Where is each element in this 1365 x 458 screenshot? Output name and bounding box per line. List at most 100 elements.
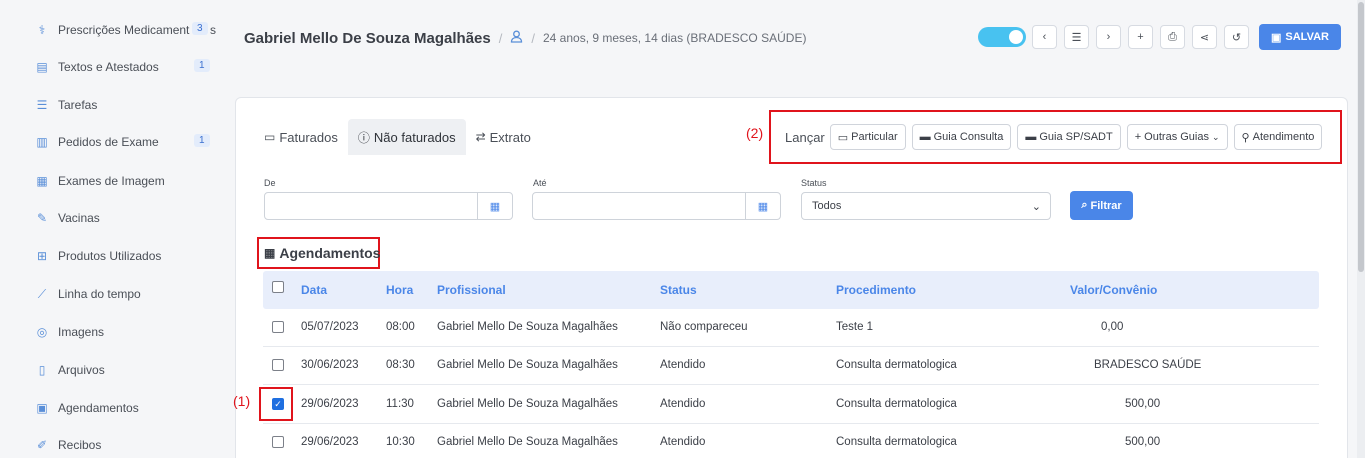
status-select[interactable]: Todos ⌄ xyxy=(801,192,1051,220)
tab-nao-faturados[interactable]: ⓘ Não faturados xyxy=(347,119,466,155)
column-header-hora[interactable]: Hora xyxy=(386,283,413,297)
table-row[interactable]: 30/06/2023 08:30 Gabriel Mello De Souza … xyxy=(263,347,1319,385)
section-title: ▦ Agendamentos xyxy=(264,245,380,261)
sidebar-item-arquivos[interactable]: ▯ Arquivos xyxy=(34,360,216,380)
add-button[interactable]: + xyxy=(1128,25,1153,49)
sidebar-item-recibos[interactable]: ✐ Recibos xyxy=(34,435,216,455)
previous-button[interactable]: ‹ xyxy=(1032,25,1057,49)
sidebar-item-linha-tempo[interactable]: ⟋ Linha do tempo xyxy=(34,284,216,304)
sidebar-item-label: Exames de Imagem xyxy=(58,174,165,188)
sidebar-item-label-suffix: s xyxy=(210,23,216,37)
sidebar-item-pedidos-exame[interactable]: ▥ Pedidos de Exame 1 xyxy=(34,132,216,152)
breadcrumb-separator: / xyxy=(498,30,503,46)
launch-outras-guias-dropdown[interactable]: + Outras Guias ⌄ xyxy=(1126,124,1228,150)
sidebar-item-label: Imagens xyxy=(58,325,105,339)
list-icon: ☰ xyxy=(36,98,48,112)
cell-hora: 08:30 xyxy=(386,359,415,371)
sidebar-item-tarefas[interactable]: ☰ Tarefas xyxy=(34,95,216,115)
toggle-knob xyxy=(1009,30,1023,44)
calendar-icon: ▦ xyxy=(264,246,276,260)
calendar-icon: ▦ xyxy=(757,200,769,213)
patient-header: Gabriel Mello De Souza Magalhães / / 24 … xyxy=(244,27,806,49)
sidebar-item-label: Linha do tempo xyxy=(58,287,141,301)
cell-status: Não compareceu xyxy=(660,321,748,333)
billing-tabs: ▭ Faturados ⓘ Não faturados ⇄ Extrato xyxy=(254,119,541,155)
tab-label: Faturados xyxy=(279,129,338,145)
sidebar-item-prescricoes[interactable]: ⚕ Prescrições Medicament 3 s xyxy=(34,20,216,40)
count-badge: 1 xyxy=(194,134,210,147)
row-checkbox[interactable] xyxy=(272,436,284,448)
launch-atendimento-button[interactable]: ⚲ Atendimento xyxy=(1233,124,1323,150)
cell-valor: 0,00 xyxy=(1101,321,1124,333)
cell-hora: 11:30 xyxy=(386,398,414,410)
annotation-label-2: (2) xyxy=(746,125,764,141)
share-button[interactable]: ⋖ xyxy=(1192,25,1217,49)
user-icon[interactable] xyxy=(510,30,523,46)
column-header-data[interactable]: Data xyxy=(301,283,327,297)
alert-circle-icon: ⓘ xyxy=(357,130,370,145)
status-label: Status xyxy=(801,178,827,188)
cell-data: 29/06/2023 xyxy=(301,436,359,448)
column-header-valor[interactable]: Valor/Convênio xyxy=(1070,283,1157,297)
to-calendar-button[interactable]: ▦ xyxy=(745,192,781,220)
table-row[interactable]: 29/06/2023 10:30 Gabriel Mello De Souza … xyxy=(263,424,1319,458)
sidebar-item-textos[interactable]: ▤ Textos e Atestados 1 xyxy=(34,57,216,77)
billing-card: ▭ Faturados ⓘ Não faturados ⇄ Extrato (2… xyxy=(235,97,1348,458)
sidebar-item-imagens[interactable]: ◎ Imagens xyxy=(34,322,216,342)
printer-icon: ⎙ xyxy=(1168,30,1177,43)
box-icon: ⊞ xyxy=(36,249,48,263)
save-icon: ▣ xyxy=(1271,31,1282,44)
tab-extrato[interactable]: ⇄ Extrato xyxy=(466,119,541,155)
column-header-procedimento[interactable]: Procedimento xyxy=(836,283,916,297)
list-button[interactable]: ☰ xyxy=(1064,25,1089,49)
sidebar-item-label: Prescrições Medicament xyxy=(58,23,190,37)
launch-particular-button[interactable]: ▭ Particular xyxy=(829,124,906,150)
card-icon: ▬ xyxy=(919,131,931,143)
scrollbar-thumb[interactable] xyxy=(1358,2,1364,272)
chart-line-icon: ⟋ xyxy=(37,286,47,301)
patient-name: Gabriel Mello De Souza Magalhães xyxy=(244,29,491,47)
table-header: Data Hora Profissional Status Procedimen… xyxy=(263,271,1319,309)
history-button[interactable]: ↺ xyxy=(1224,25,1249,49)
row-checkbox[interactable] xyxy=(272,359,284,371)
sidebar-item-label: Arquivos xyxy=(58,363,105,377)
select-all-checkbox[interactable] xyxy=(272,281,284,293)
camera-icon: ◎ xyxy=(36,325,48,339)
table-row[interactable]: 05/07/2023 08:00 Gabriel Mello De Souza … xyxy=(263,309,1319,347)
to-date-input[interactable] xyxy=(532,192,746,220)
page-scrollbar[interactable] xyxy=(1357,0,1365,458)
launch-guia-sadt-button[interactable]: ▬ Guia SP/SADT xyxy=(1017,124,1121,150)
patient-info: 24 anos, 9 meses, 14 dias (BRADESCO SAÚD… xyxy=(543,31,807,45)
row-checkbox[interactable] xyxy=(272,321,284,333)
cash-icon: ▭ xyxy=(837,131,849,144)
print-button[interactable]: ⎙ xyxy=(1160,25,1185,49)
sidebar-item-label: Tarefas xyxy=(58,98,98,112)
column-header-status[interactable]: Status xyxy=(660,283,697,297)
tab-label: Não faturados xyxy=(373,129,456,145)
cell-valor: 500,00 xyxy=(1125,436,1161,448)
table-row[interactable]: ✓ 29/06/2023 11:30 Gabriel Mello De Souz… xyxy=(263,386,1319,424)
chevron-down-icon: ⌄ xyxy=(1031,201,1041,213)
sidebar-item-label: Produtos Utilizados xyxy=(58,249,162,263)
column-header-profissional[interactable]: Profissional xyxy=(437,283,506,297)
sidebar-item-label: Textos e Atestados xyxy=(58,60,159,74)
cash-icon: ▭ xyxy=(264,130,276,144)
tab-faturados[interactable]: ▭ Faturados xyxy=(254,119,348,155)
from-date-input[interactable] xyxy=(264,192,478,220)
from-calendar-button[interactable]: ▦ xyxy=(477,192,513,220)
sidebar-item-agendamentos[interactable]: ▣ Agendamentos xyxy=(34,398,216,418)
launch-guia-consulta-button[interactable]: ▬ Guia Consulta xyxy=(911,124,1012,150)
sidebar-item-exames-imagem[interactable]: ▦ Exames de Imagem xyxy=(34,171,216,191)
save-button[interactable]: ▣ SALVAR xyxy=(1259,24,1341,50)
button-label: + Outras Guias xyxy=(1134,131,1209,143)
sidebar-item-vacinas[interactable]: ✎ Vacinas xyxy=(34,208,216,228)
stethoscope-icon: ⚲ xyxy=(1241,131,1250,144)
sidebar-item-produtos[interactable]: ⊞ Produtos Utilizados xyxy=(34,246,216,266)
cell-status: Atendido xyxy=(660,436,706,448)
filter-button[interactable]: ⌕ Filtrar xyxy=(1070,191,1133,220)
view-toggle[interactable] xyxy=(978,27,1026,47)
calendar-icon: ▦ xyxy=(489,200,501,213)
cell-data: 29/06/2023 xyxy=(301,398,359,410)
next-button[interactable]: › xyxy=(1096,25,1121,49)
syringe-icon: ✎ xyxy=(36,211,48,225)
